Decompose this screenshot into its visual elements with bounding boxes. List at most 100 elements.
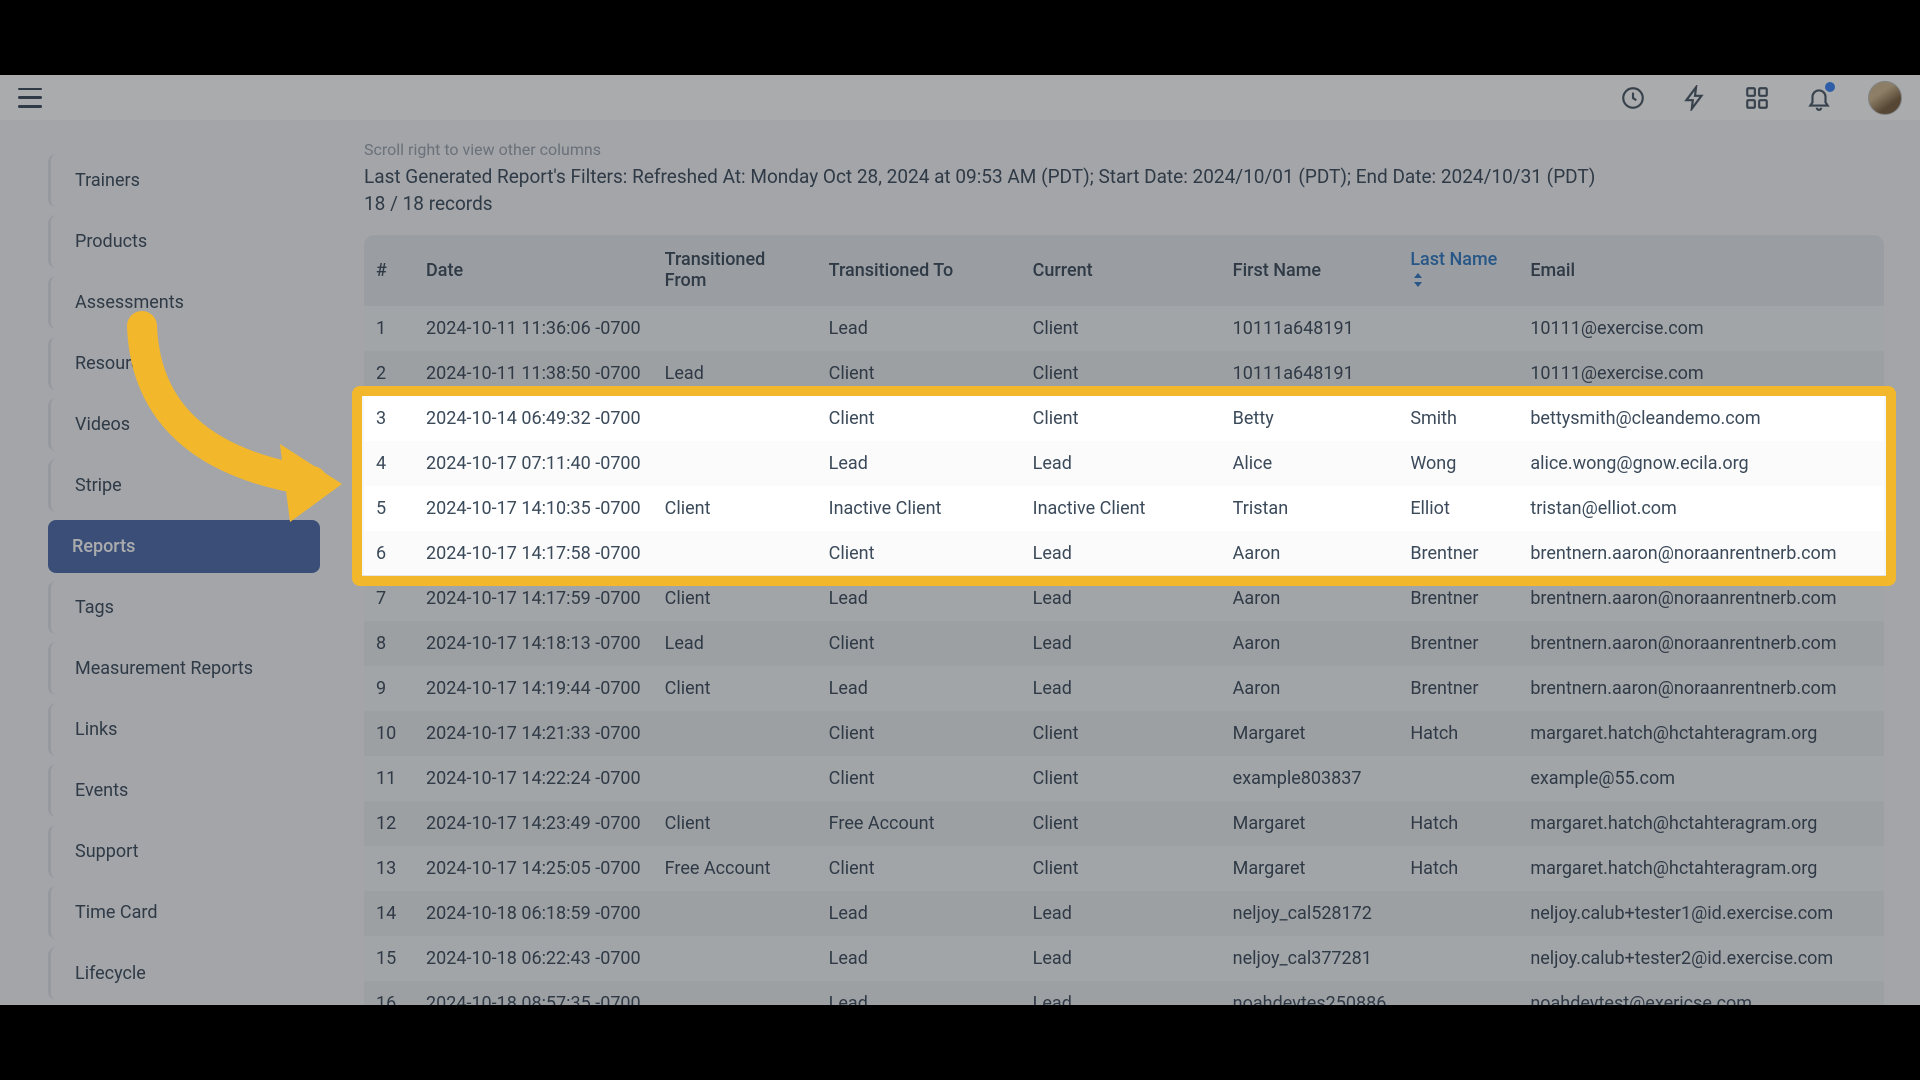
cell-date: 2024-10-17 14:23:49 -0700 [414, 801, 653, 846]
cell-ln: Brentner [1398, 666, 1518, 711]
table-row[interactable]: 122024-10-17 14:23:49 -0700ClientFree Ac… [364, 801, 1884, 846]
table-row[interactable]: 152024-10-18 06:22:43 -0700LeadLeadneljo… [364, 936, 1884, 981]
cell-ln: Elliot [1398, 486, 1518, 531]
letterbox-bottom [0, 1005, 1920, 1080]
sidebar-item-products[interactable]: Products [48, 215, 320, 268]
cell-date: 2024-10-14 06:49:32 -0700 [414, 396, 653, 441]
table-row[interactable]: 112024-10-17 14:22:24 -0700ClientCliente… [364, 756, 1884, 801]
cell-date: 2024-10-17 14:25:05 -0700 [414, 846, 653, 891]
cell-idx: 12 [364, 801, 414, 846]
cell-tt: Client [817, 531, 1021, 576]
table-row[interactable]: 72024-10-17 14:17:59 -0700ClientLeadLead… [364, 576, 1884, 621]
sort-icon [1412, 271, 1424, 292]
cell-fn: Aaron [1221, 576, 1399, 621]
sidebar-item-trainers[interactable]: Trainers [48, 154, 320, 207]
cell-fn: Aaron [1221, 621, 1399, 666]
column-header[interactable]: Email [1518, 235, 1884, 306]
letterbox-top [0, 0, 1920, 75]
column-header[interactable]: Transitioned From [653, 235, 817, 306]
column-header[interactable]: Current [1021, 235, 1221, 306]
cell-ln [1398, 306, 1518, 351]
column-header[interactable]: First Name [1221, 235, 1399, 306]
cell-cur: Lead [1021, 891, 1221, 936]
cell-tf [653, 306, 817, 351]
table-row[interactable]: 132024-10-17 14:25:05 -0700Free AccountC… [364, 846, 1884, 891]
column-header[interactable]: Date [414, 235, 653, 306]
sidebar-item-resources[interactable]: Resources [48, 337, 320, 390]
table-row[interactable]: 62024-10-17 14:17:58 -0700ClientLeadAaro… [364, 531, 1884, 576]
table-row[interactable]: 142024-10-18 06:18:59 -0700LeadLeadneljo… [364, 891, 1884, 936]
apps-grid-icon[interactable] [1744, 85, 1770, 111]
table-row[interactable]: 92024-10-17 14:19:44 -0700ClientLeadLead… [364, 666, 1884, 711]
sidebar-item-videos[interactable]: Videos [48, 398, 320, 451]
table-row[interactable]: 52024-10-17 14:10:35 -0700ClientInactive… [364, 486, 1884, 531]
cell-ln: Wong [1398, 441, 1518, 486]
cell-fn: neljoy_cal528172 [1221, 891, 1399, 936]
cell-date: 2024-10-18 08:57:35 -0700 [414, 981, 653, 1005]
column-header[interactable]: Last Name [1398, 235, 1518, 306]
column-header[interactable]: # [364, 235, 414, 306]
cell-cur: Client [1021, 711, 1221, 756]
sidebar-item-stripe[interactable]: Stripe [48, 459, 320, 512]
sidebar-item-tags[interactable]: Tags [48, 581, 320, 634]
cell-idx: 9 [364, 666, 414, 711]
sidebar-item-support[interactable]: Support [48, 825, 320, 878]
cell-tf [653, 756, 817, 801]
cell-tt: Client [817, 351, 1021, 396]
sidebar-item-time-card[interactable]: Time Card [48, 886, 320, 939]
scroll-hint: Scroll right to view other columns [364, 140, 1884, 159]
sidebar-item-assessments[interactable]: Assessments [48, 276, 320, 329]
cell-date: 2024-10-18 06:22:43 -0700 [414, 936, 653, 981]
avatar[interactable] [1868, 81, 1902, 115]
sidebar-item-lifecycle[interactable]: Lifecycle [48, 947, 320, 1000]
cell-fn: Margaret [1221, 801, 1399, 846]
cell-fn: 10111a648191 [1221, 306, 1399, 351]
cell-tt: Client [817, 846, 1021, 891]
cell-email: bettysmith@cleandemo.com [1518, 396, 1884, 441]
cell-date: 2024-10-11 11:36:06 -0700 [414, 306, 653, 351]
cell-fn: 10111a648191 [1221, 351, 1399, 396]
clock-icon[interactable] [1620, 85, 1646, 111]
table-row[interactable]: 102024-10-17 14:21:33 -0700ClientClientM… [364, 711, 1884, 756]
table-row[interactable]: 12024-10-11 11:36:06 -0700LeadClient1011… [364, 306, 1884, 351]
record-count: 18 / 18 records [364, 192, 1884, 215]
cell-date: 2024-10-18 06:18:59 -0700 [414, 891, 653, 936]
cell-tf: Client [653, 666, 817, 711]
table-row[interactable]: 42024-10-17 07:11:40 -0700LeadLeadAliceW… [364, 441, 1884, 486]
cell-email: margaret.hatch@hctahteragram.org [1518, 711, 1884, 756]
cell-email: margaret.hatch@hctahteragram.org [1518, 801, 1884, 846]
cell-fn: Aaron [1221, 531, 1399, 576]
cell-idx: 8 [364, 621, 414, 666]
cell-cur: Inactive Client [1021, 486, 1221, 531]
table-row[interactable]: 22024-10-11 11:38:50 -0700LeadClientClie… [364, 351, 1884, 396]
cell-date: 2024-10-17 14:19:44 -0700 [414, 666, 653, 711]
cell-idx: 13 [364, 846, 414, 891]
column-header[interactable]: Transitioned To [817, 235, 1021, 306]
table-row[interactable]: 162024-10-18 08:57:35 -0700LeadLeadnoahd… [364, 981, 1884, 1005]
lightning-icon[interactable] [1682, 85, 1708, 111]
cell-email: margaret.hatch@hctahteragram.org [1518, 846, 1884, 891]
cell-idx: 6 [364, 531, 414, 576]
cell-cur: Lead [1021, 666, 1221, 711]
sidebar-item-links[interactable]: Links [48, 703, 320, 756]
cell-idx: 3 [364, 396, 414, 441]
app-frame: Trainers Products Assessments Resources Vide… [0, 75, 1920, 1005]
bell-icon[interactable] [1806, 85, 1832, 111]
cell-fn: Betty [1221, 396, 1399, 441]
cell-tt: Lead [817, 441, 1021, 486]
cell-idx: 14 [364, 891, 414, 936]
cell-tt: Lead [817, 891, 1021, 936]
cell-idx: 2 [364, 351, 414, 396]
sidebar-item-measurement-reports[interactable]: Measurement Reports [48, 642, 320, 695]
table-row[interactable]: 82024-10-17 14:18:13 -0700LeadClientLead… [364, 621, 1884, 666]
table-row[interactable]: 32024-10-14 06:49:32 -0700ClientClientBe… [364, 396, 1884, 441]
cell-fn: Aaron [1221, 666, 1399, 711]
sidebar-item-events[interactable]: Events [48, 764, 320, 817]
sidebar-item-reports[interactable]: Reports [48, 520, 320, 573]
hamburger-icon[interactable] [18, 88, 42, 108]
cell-cur: Lead [1021, 621, 1221, 666]
cell-ln: Smith [1398, 396, 1518, 441]
cell-date: 2024-10-17 07:11:40 -0700 [414, 441, 653, 486]
cell-ln [1398, 756, 1518, 801]
cell-date: 2024-10-17 14:18:13 -0700 [414, 621, 653, 666]
